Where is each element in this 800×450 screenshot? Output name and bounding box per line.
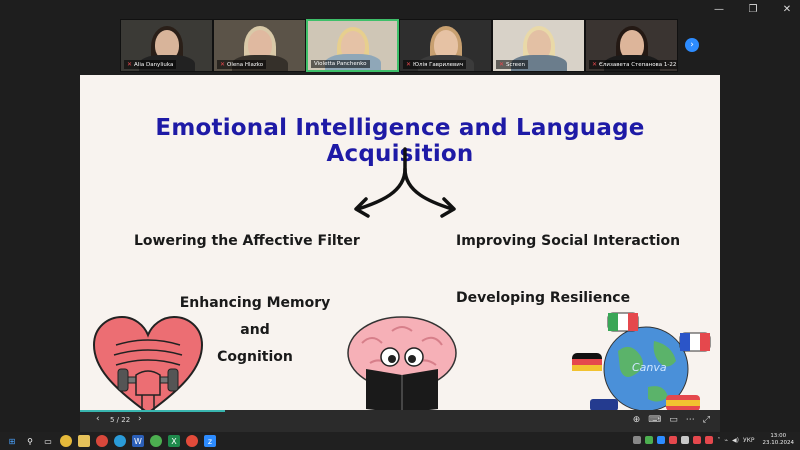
participant-name-label: ✕ Юлія Гаврилевич	[403, 60, 467, 69]
participant-name-label: ✕ Alia Danyliuka	[124, 60, 177, 69]
next-participants-button[interactable]: ›	[685, 38, 699, 52]
chevron-right-icon: ›	[690, 40, 694, 50]
participant-strip: ✕ Alia Danyliuka ✕ Olena Hlazko Violetta Pan…	[120, 19, 680, 72]
tray-app-icon[interactable]	[657, 436, 666, 444]
file-explorer-icon[interactable]	[78, 435, 90, 447]
chrome-icon-3[interactable]	[186, 435, 198, 447]
shared-slide: Emotional Intelligence and Language Acqu…	[80, 75, 720, 410]
volume-icon[interactable]: ◀)	[732, 437, 739, 444]
heart-dumbbell-icon	[92, 315, 204, 410]
windows-taskbar: ⊞ ⚲ ▭ W X z ˄ ⌁ ◀) УКР 13:00 23.10.2024	[0, 432, 800, 450]
excel-icon[interactable]: X	[168, 435, 180, 447]
slide-progress-bar	[80, 410, 226, 412]
mic-muted-icon: ✕	[406, 61, 412, 68]
restore-icon[interactable]: ❐	[746, 4, 760, 15]
canva-watermark: Canva	[632, 361, 667, 374]
point-affective-filter: Lowering the Affective Filter	[134, 233, 360, 249]
brain-reading-icon	[347, 316, 457, 410]
presentation-controls: ‹ 5 / 22 › ⊕ ⌨ ▭ ⋯ ⤢	[80, 410, 720, 432]
close-icon[interactable]: ✕	[780, 4, 794, 15]
language-indicator[interactable]: УКР	[743, 437, 755, 444]
participant-tile[interactable]: Violetta Panchenko	[306, 19, 399, 72]
window-controls: — ❐ ✕	[712, 4, 794, 15]
notes-icon[interactable]: ▭	[669, 415, 678, 425]
fullscreen-icon[interactable]: ⤢	[703, 415, 710, 425]
next-slide-button[interactable]: ›	[138, 414, 142, 424]
clock-time: 13:00	[770, 433, 787, 439]
participant-tile[interactable]: ✕ Юлія Гаврилевич	[399, 19, 492, 72]
mic-muted-icon: ✕	[220, 61, 226, 68]
participant-tile[interactable]: ✕ Єлизавета Степанова 1-22	[585, 19, 678, 72]
windows-start-icon[interactable]: ⊞	[6, 435, 18, 447]
clock[interactable]: 13:00 23.10.2024	[763, 433, 795, 447]
minimize-icon[interactable]: —	[712, 4, 726, 15]
prev-slide-button[interactable]: ‹	[96, 414, 100, 424]
tray-app-icon[interactable]	[705, 436, 714, 444]
participant-tile[interactable]: ✕ Olena Hlazko	[213, 19, 306, 72]
participant-tile[interactable]: ✕ Alia Danyliuka	[120, 19, 213, 72]
clock-date: 23.10.2024	[762, 440, 795, 446]
tray-app-icon[interactable]	[693, 436, 702, 444]
participant-name: Юлія Гаврилевич	[413, 61, 464, 68]
zoom-app-icon[interactable]: z	[204, 435, 216, 447]
zoom-icon[interactable]: ⊕	[633, 415, 641, 425]
browser-icon[interactable]	[96, 435, 108, 447]
participant-name: Violetta Panchenko	[314, 61, 367, 67]
tray-app-icon[interactable]	[645, 436, 654, 444]
participant-name-label: ✕ Olena Hlazko	[217, 60, 267, 69]
network-icon[interactable]: ⌁	[724, 437, 728, 444]
participant-name: Alia Danyliuka	[134, 61, 174, 68]
more-icon[interactable]: ⋯	[686, 415, 695, 425]
mic-muted-icon: ✕	[499, 61, 505, 68]
chevron-up-icon[interactable]: ˄	[717, 437, 720, 444]
participant-tile[interactable]: ✕ Screen	[492, 19, 585, 72]
tray-app-icon[interactable]	[633, 436, 642, 444]
participant-name-label: Violetta Panchenko	[311, 60, 370, 68]
point-resilience: Developing Resilience	[456, 290, 631, 306]
tray-app-icon[interactable]	[669, 436, 678, 444]
split-arrow-icon	[354, 147, 456, 218]
participant-name: Єлизавета Степанова 1-22	[599, 61, 677, 68]
globe-languages-icon: Canva	[572, 312, 711, 410]
word-icon[interactable]: W	[132, 435, 144, 447]
point-social-interaction: Improving Social Interaction	[456, 233, 681, 249]
zoom-window: — ❐ ✕ ✕ Alia Danyliuka ✕ Olena Hlazko Violet…	[0, 0, 800, 450]
mic-muted-icon: ✕	[127, 61, 133, 68]
mic-muted-icon: ✕	[592, 61, 598, 68]
task-view-icon[interactable]: ▭	[42, 435, 54, 447]
edge-icon[interactable]	[114, 435, 126, 447]
chrome-icon-2[interactable]	[150, 435, 162, 447]
keyboard-icon[interactable]: ⌨	[648, 415, 661, 425]
chrome-icon[interactable]	[60, 435, 72, 447]
participant-name: Olena Hlazko	[227, 61, 264, 68]
page-indicator: 5 / 22	[110, 416, 131, 424]
participant-name: Screen	[506, 61, 525, 68]
system-tray: ˄ ⌁ ◀) УКР 13:00 23.10.2024	[633, 433, 794, 447]
tray-app-icon[interactable]	[681, 436, 690, 444]
participant-name-label: ✕ Єлизавета Степанова 1-22	[589, 60, 677, 69]
participant-name-label: ✕ Screen	[496, 60, 528, 69]
search-icon[interactable]: ⚲	[24, 435, 36, 447]
